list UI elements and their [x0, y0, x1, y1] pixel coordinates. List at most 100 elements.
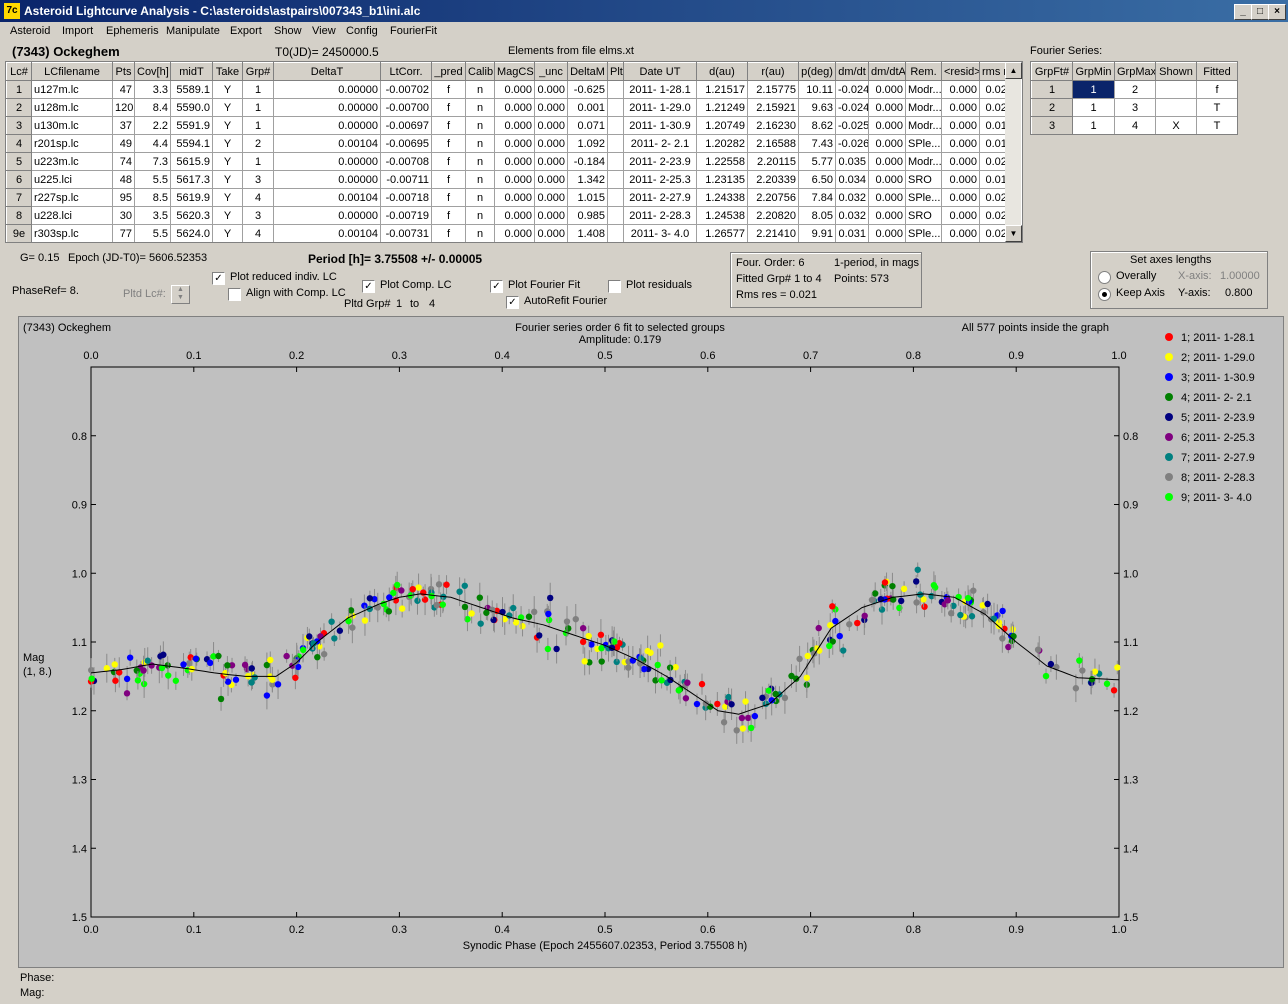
lc-cell[interactable]: n [465, 224, 495, 242]
lc-cell[interactable]: 8.05 [798, 206, 836, 225]
lc-cell[interactable]: 0.000 [868, 170, 906, 189]
lc-cell[interactable]: 0.000 [534, 98, 568, 117]
minimize-icon[interactable]: _ [1234, 4, 1252, 20]
lc-cell[interactable]: 9.63 [798, 98, 836, 117]
lc-cell[interactable]: 0.000 [941, 116, 980, 135]
lc-cell[interactable]: 1.092 [567, 134, 608, 153]
fourier-cell[interactable]: f [1196, 80, 1237, 99]
lc-cell[interactable]: SPle... [905, 224, 942, 242]
lc-cell[interactable]: 0.00000 [273, 152, 381, 171]
lc-cell[interactable]: 2.21410 [747, 224, 799, 242]
lc-cell[interactable]: 4.4 [134, 134, 171, 153]
fourier-cell[interactable]: 3 [1114, 98, 1156, 117]
lc-cell[interactable]: n [465, 206, 495, 225]
lc-table-row[interactable]: 9e r303sp.lc 77 5.5 5624.0 Y 4 0.00104 -0.00731 f… [6, 224, 1016, 242]
lc-cell[interactable]: 3.5 [134, 206, 171, 225]
fourier-cell[interactable]: 1 [1072, 98, 1115, 117]
fourier-col-header[interactable]: Shown [1155, 62, 1197, 81]
lc-col-header[interactable]: LCfilename [31, 62, 113, 81]
lc-cell[interactable]: 0.00104 [273, 134, 381, 153]
fourier-cell[interactable]: X [1155, 116, 1197, 134]
lc-table-row[interactable]: 3 u130m.lc 37 2.2 5591.9 Y 1 0.00000 -0.00697 f n 0… [6, 116, 1016, 135]
lc-cell[interactable]: 49 [112, 134, 135, 153]
lc-cell[interactable]: f [431, 98, 466, 117]
lc-cell[interactable]: 0.001 [567, 98, 608, 117]
overally-radio[interactable] [1098, 271, 1111, 284]
lc-cell[interactable]: 0.000 [494, 206, 535, 225]
fourier-col-header[interactable]: Fitted [1196, 62, 1237, 81]
fourier-cell[interactable]: 4 [1114, 116, 1156, 134]
lc-cell[interactable]: 0.000 [941, 98, 980, 117]
lc-cell[interactable]: n [465, 152, 495, 171]
lc-col-header[interactable]: dm/dtA [868, 62, 906, 81]
x-axis-value[interactable]: 1.00000 [1220, 270, 1260, 282]
lightcurve-plot[interactable]: 0.0 0.0 0.1 0.1 0.2 0.2 0.3 0.3 0.4 0.4 0.5 0.5 0.6 0… [18, 316, 1284, 968]
lc-cell[interactable]: r201sp.lc [31, 134, 113, 153]
lc-cell[interactable]: f [431, 224, 466, 242]
lc-cell[interactable]: f [431, 134, 466, 153]
lc-cell[interactable]: 2.15921 [747, 98, 799, 117]
lc-cell[interactable]: 0.000 [494, 80, 535, 99]
lc-cell[interactable]: f [431, 80, 466, 99]
lc-cell[interactable]: 0.00000 [273, 116, 381, 135]
lc-cell[interactable]: n [465, 134, 495, 153]
lc-cell[interactable]: 0.000 [941, 152, 980, 171]
lc-col-header[interactable]: midT [170, 62, 213, 81]
lc-cell[interactable]: Y [212, 152, 243, 171]
lc-row-header[interactable]: 8 [6, 206, 32, 225]
lc-cell[interactable]: Y [212, 98, 243, 117]
lc-row-header[interactable]: 7 [6, 188, 32, 207]
fourier-row-header[interactable]: 1 [1031, 80, 1073, 99]
lc-table-row[interactable]: 7 r227sp.lc 95 8.5 5619.9 Y 4 0.00104 -0.00718 f n… [6, 188, 1016, 207]
lc-cell[interactable]: Y [212, 224, 243, 242]
lc-cell[interactable]: 0.00104 [273, 224, 381, 242]
lc-cell[interactable]: -0.00697 [380, 116, 432, 135]
lc-cell[interactable]: 48 [112, 170, 135, 189]
lc-col-header[interactable]: Date UT [623, 62, 697, 81]
lc-cell[interactable]: 1 [242, 116, 274, 135]
lc-cell[interactable]: 2.16588 [747, 134, 799, 153]
fourier-table[interactable]: GrpFt# GrpMin GrpMax Shown Fitted 112f213T31… [1030, 61, 1238, 135]
fourier-table-row[interactable]: 314XT [1031, 116, 1237, 134]
lc-cell[interactable]: 0.00000 [273, 170, 381, 189]
lc-cell[interactable]: f [431, 152, 466, 171]
lc-cell[interactable]: 1.24538 [696, 206, 748, 225]
lc-cell[interactable]: 30 [112, 206, 135, 225]
lc-cell[interactable]: 7.3 [134, 152, 171, 171]
lc-cell[interactable]: 0.00000 [273, 206, 381, 225]
lc-cell[interactable]: 5619.9 [170, 188, 213, 207]
lc-cell[interactable]: 2011- 2-23.9 [623, 152, 697, 171]
align-comp-checkbox[interactable] [228, 288, 241, 301]
lc-cell[interactable]: u127m.lc [31, 80, 113, 99]
lc-cell[interactable]: -0.00711 [380, 170, 432, 189]
lc-cell[interactable]: 4 [242, 188, 274, 207]
lc-cell[interactable]: 3 [242, 170, 274, 189]
lc-col-header[interactable]: Take [212, 62, 243, 81]
scroll-down-icon[interactable]: ▼ [1005, 225, 1022, 242]
lc-cell[interactable]: -0.026 [835, 134, 869, 153]
lc-cell[interactable]: n [465, 98, 495, 117]
lc-table-row[interactable]: 6 u225.lci 48 5.5 5617.3 Y 3 0.00000 -0.00711 f n 0… [6, 170, 1016, 189]
lc-cell[interactable]: 3.3 [134, 80, 171, 99]
lc-cell[interactable] [607, 224, 624, 242]
lc-cell[interactable]: 0.000 [534, 152, 568, 171]
menu-view[interactable]: View [312, 25, 336, 37]
lc-table-scrollbar[interactable]: ▲ ▼ [1005, 62, 1022, 242]
lc-cell[interactable]: -0.00718 [380, 188, 432, 207]
lc-cell[interactable] [607, 116, 624, 135]
restore-icon[interactable]: □ [1251, 4, 1269, 20]
fourier-cell[interactable]: T [1196, 116, 1237, 134]
lc-cell[interactable]: f [431, 206, 466, 225]
lc-cell[interactable]: 1.015 [567, 188, 608, 207]
lc-cell[interactable]: 5594.1 [170, 134, 213, 153]
lc-cell[interactable]: 0.000 [534, 134, 568, 153]
lc-col-header[interactable]: _pred [431, 62, 466, 81]
lc-cell[interactable]: 0.000 [494, 116, 535, 135]
lc-cell[interactable]: 0.000 [868, 116, 906, 135]
lc-cell[interactable]: -0.00695 [380, 134, 432, 153]
lc-cell[interactable]: n [465, 116, 495, 135]
lc-col-header[interactable]: Pts [112, 62, 135, 81]
pltd-lc-spinner[interactable]: ▲ ▼ [171, 285, 190, 304]
lc-table-row[interactable]: 1 u127m.lc 47 3.3 5589.1 Y 1 0.00000 -0.00702 f n 0… [6, 80, 1016, 99]
lc-cell[interactable]: 10.11 [798, 80, 836, 99]
